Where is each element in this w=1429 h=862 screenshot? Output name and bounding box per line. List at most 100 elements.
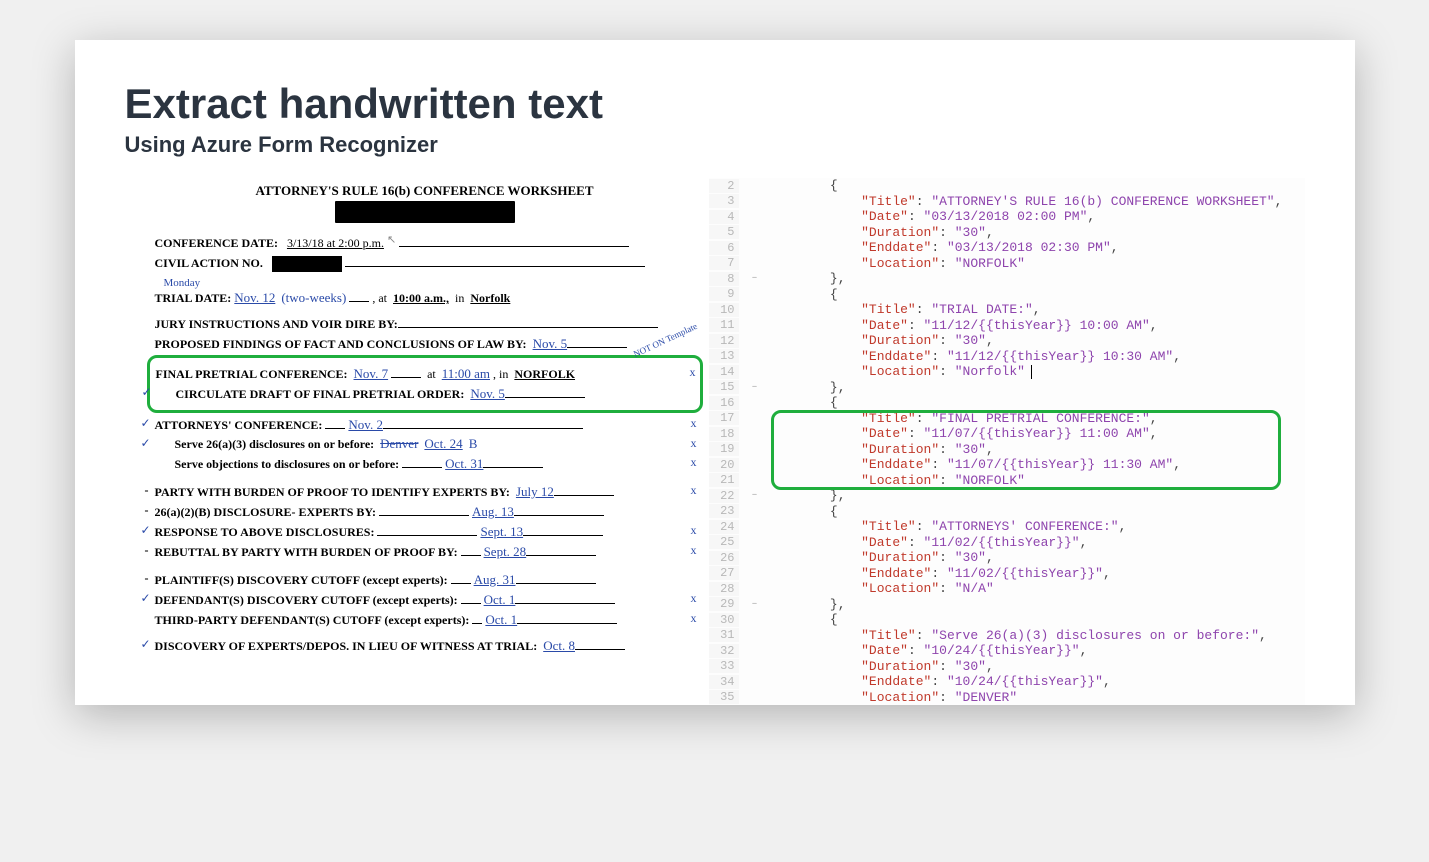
code-line[interactable]: 25 "Date": "11/02/{{thisYear}}", [709, 535, 1305, 551]
party-value: July 12 [516, 484, 554, 499]
jury-label: JURY INSTRUCTIONS AND VOIR DIRE BY: [155, 317, 398, 331]
final-date: Nov. 7 [354, 366, 389, 381]
third-party-cutoff-row: THIRD-PARTY DEFENDANT(S) CUTOFF (except … [155, 612, 695, 628]
code-line[interactable]: 34 "Enddate": "10/24/{{thisYear}}", [709, 674, 1305, 690]
final-pretrial-row: FINAL PRETRIAL CONFERENCE: Nov. 7 at 11:… [156, 366, 694, 382]
resp-label: RESPONSE TO ABOVE DISCLOSURES: [155, 525, 375, 539]
final-time: 11:00 am [442, 366, 490, 381]
code-line[interactable]: 26 "Duration": "30", [709, 550, 1305, 566]
rebuttal-row: REBUTTAL BY PARTY WITH BURDEN OF PROOF B… [155, 544, 695, 560]
redacted-header [335, 201, 515, 223]
code-line[interactable]: 16 { [709, 395, 1305, 411]
trial-loc: Norfolk [470, 291, 510, 305]
response-row: RESPONSE TO ABOVE DISCLOSURES: Sept. 13 … [155, 524, 695, 540]
code-line[interactable]: 12 "Duration": "30", [709, 333, 1305, 349]
proposed-row: PROPOSED FINDINGS OF FACT AND CONCLUSION… [155, 336, 695, 352]
code-line[interactable]: 28 "Location": "N/A" [709, 581, 1305, 597]
x-mark: x [691, 544, 697, 558]
code-line[interactable]: 7 "Location": "NORFOLK" [709, 256, 1305, 272]
civil-label: CIVIL ACTION NO. [155, 256, 263, 270]
code-line[interactable]: 31 "Title": "Serve 26(a)(3) disclosures … [709, 628, 1305, 644]
code-line[interactable]: 8– }, [709, 271, 1305, 287]
disc-b-value: Aug. 13 [472, 504, 514, 519]
serve-b-label: Serve objections to disclosures on or be… [175, 457, 400, 471]
serve-a-label: Serve 26(a)(3) disclosures on or before: [175, 437, 375, 451]
serve-b-row: Serve objections to disclosures on or be… [155, 456, 695, 472]
code-line[interactable]: 27 "Enddate": "11/02/{{thisYear}}", [709, 566, 1305, 582]
att-conf-value: Nov. 2 [348, 417, 383, 432]
text-cursor-icon [1031, 365, 1032, 379]
monday-note: Monday [155, 276, 695, 290]
code-line[interactable]: 10 "Title": "TRIAL DATE:", [709, 302, 1305, 318]
code-line[interactable]: 9 { [709, 287, 1305, 303]
third-value: Oct. 1 [485, 612, 517, 627]
depo-value: Oct. 8 [543, 638, 575, 653]
code-line[interactable]: 2 { [709, 178, 1305, 194]
serve-a-row: Serve 26(a)(3) disclosures on or before:… [155, 437, 695, 452]
form-document: ATTORNEY'S RULE 16(b) CONFERENCE WORKSHE… [125, 178, 705, 705]
code-line[interactable]: 11 "Date": "11/12/{{thisYear}} 10:00 AM"… [709, 318, 1305, 334]
trial-date: Nov. 12 [234, 290, 275, 305]
code-line[interactable]: 30 { [709, 612, 1305, 628]
code-line[interactable]: 3 "Title": "ATTORNEY'S RULE 16(b) CONFER… [709, 194, 1305, 210]
party-label: PARTY WITH BURDEN OF PROOF TO IDENTIFY E… [155, 485, 510, 499]
x-mark: x [690, 366, 696, 380]
code-line[interactable]: 13 "Enddate": "11/12/{{thisYear}} 10:30 … [709, 349, 1305, 365]
trial-date-row: TRIAL DATE: Nov. 12 (two-weeks) , at 10:… [155, 290, 695, 306]
conf-date-label: CONFERENCE DATE: [155, 236, 278, 250]
plaint-label: PLAINTIFF(S) DISCOVERY CUTOFF (except ex… [155, 573, 448, 587]
page-subtitle: Using Azure Form Recognizer [125, 132, 1305, 158]
conference-date-row: CONFERENCE DATE: 3/13/18 at 2:00 p.m. ↖ [155, 235, 695, 251]
attorneys-conf-row: ATTORNEYS' CONFERENCE: Nov. 2 x [155, 417, 695, 433]
att-conf-label: ATTORNEYS' CONFERENCE: [155, 418, 323, 432]
code-line[interactable]: 33 "Duration": "30", [709, 659, 1305, 675]
slide-card: Extract handwritten text Using Azure For… [75, 40, 1355, 705]
code-line[interactable]: 24 "Title": "ATTORNEYS' CONFERENCE:", [709, 519, 1305, 535]
x-mark: x [691, 612, 697, 626]
code-line[interactable]: 23 { [709, 504, 1305, 520]
cursor-icon: ↖ [387, 234, 396, 246]
redacted-civil [272, 256, 342, 272]
third-label: THIRD-PARTY DEFENDANT(S) CUTOFF (except … [155, 613, 470, 627]
code-line[interactable]: 5 "Duration": "30", [709, 225, 1305, 241]
code-line[interactable]: 21 "Location": "NORFOLK" [709, 473, 1305, 489]
code-line[interactable]: 14 "Location": "Norfolk" [709, 364, 1305, 380]
code-line[interactable]: 17 "Title": "FINAL PRETRIAL CONFERENCE:"… [709, 411, 1305, 427]
rebut-value: Sept. 28 [484, 544, 527, 559]
code-line[interactable]: 29– }, [709, 597, 1305, 613]
conf-date-value: 3/13/18 at 2:00 p.m. [287, 236, 384, 250]
plaintiff-cutoff-row: PLAINTIFF(S) DISCOVERY CUTOFF (except ex… [155, 572, 695, 588]
two-weeks: (two-weeks) [281, 290, 346, 305]
highlighted-form-section: FINAL PRETRIAL CONFERENCE: Nov. 7 at 11:… [147, 355, 703, 413]
x-mark: x [691, 484, 697, 498]
code-line[interactable]: 4 "Date": "03/13/2018 02:00 PM", [709, 209, 1305, 225]
def-value: Oct. 1 [484, 592, 516, 607]
code-line[interactable]: 15– }, [709, 380, 1305, 396]
code-line[interactable]: 6 "Enddate": "03/13/2018 02:30 PM", [709, 240, 1305, 256]
trial-time: 10:00 a.m., [393, 291, 449, 305]
circulate-row: CIRCULATE DRAFT OF FINAL PRETRIAL ORDER:… [156, 386, 694, 402]
depo-label: DISCOVERY OF EXPERTS/DEPOS. IN LIEU OF W… [155, 639, 538, 653]
code-line[interactable]: 32 "Date": "10/24/{{thisYear}}", [709, 643, 1305, 659]
prop-value: Nov. 5 [533, 336, 568, 351]
plaint-value: Aug. 31 [474, 572, 516, 587]
code-line[interactable]: 22– }, [709, 488, 1305, 504]
disc-b-label: 26(a)(2)(B) DISCLOSURE- EXPERTS BY: [155, 505, 377, 519]
code-line[interactable]: 20 "Enddate": "11/07/{{thisYear}} 11:30 … [709, 457, 1305, 473]
content-panes: ATTORNEY'S RULE 16(b) CONFERENCE WORKSHE… [125, 178, 1305, 705]
code-editor[interactable]: 2 {3 "Title": "ATTORNEY'S RULE 16(b) CON… [709, 178, 1305, 705]
code-line[interactable]: 19 "Duration": "30", [709, 442, 1305, 458]
x-mark: x [691, 592, 697, 606]
code-line[interactable]: 35 "Location": "DENVER" [709, 690, 1305, 706]
x-mark: x [691, 417, 697, 431]
x-mark: x [691, 456, 697, 470]
disclosure-experts-row: 26(a)(2)(B) DISCLOSURE- EXPERTS BY: Aug.… [155, 504, 695, 520]
defendant-cutoff-row: DEFENDANT(S) DISCOVERY CUTOFF (except ex… [155, 592, 695, 608]
circ-value: Nov. 5 [470, 386, 505, 401]
trial-label: TRIAL DATE: [155, 291, 232, 305]
serve-a-value: Oct. 24 [424, 436, 462, 451]
code-line[interactable]: 18 "Date": "11/07/{{thisYear}} 11:00 AM"… [709, 426, 1305, 442]
civil-action-row: CIVIL ACTION NO. [155, 255, 695, 272]
form-title: ATTORNEY'S RULE 16(b) CONFERENCE WORKSHE… [155, 184, 695, 199]
prop-label: PROPOSED FINDINGS OF FACT AND CONCLUSION… [155, 337, 527, 351]
